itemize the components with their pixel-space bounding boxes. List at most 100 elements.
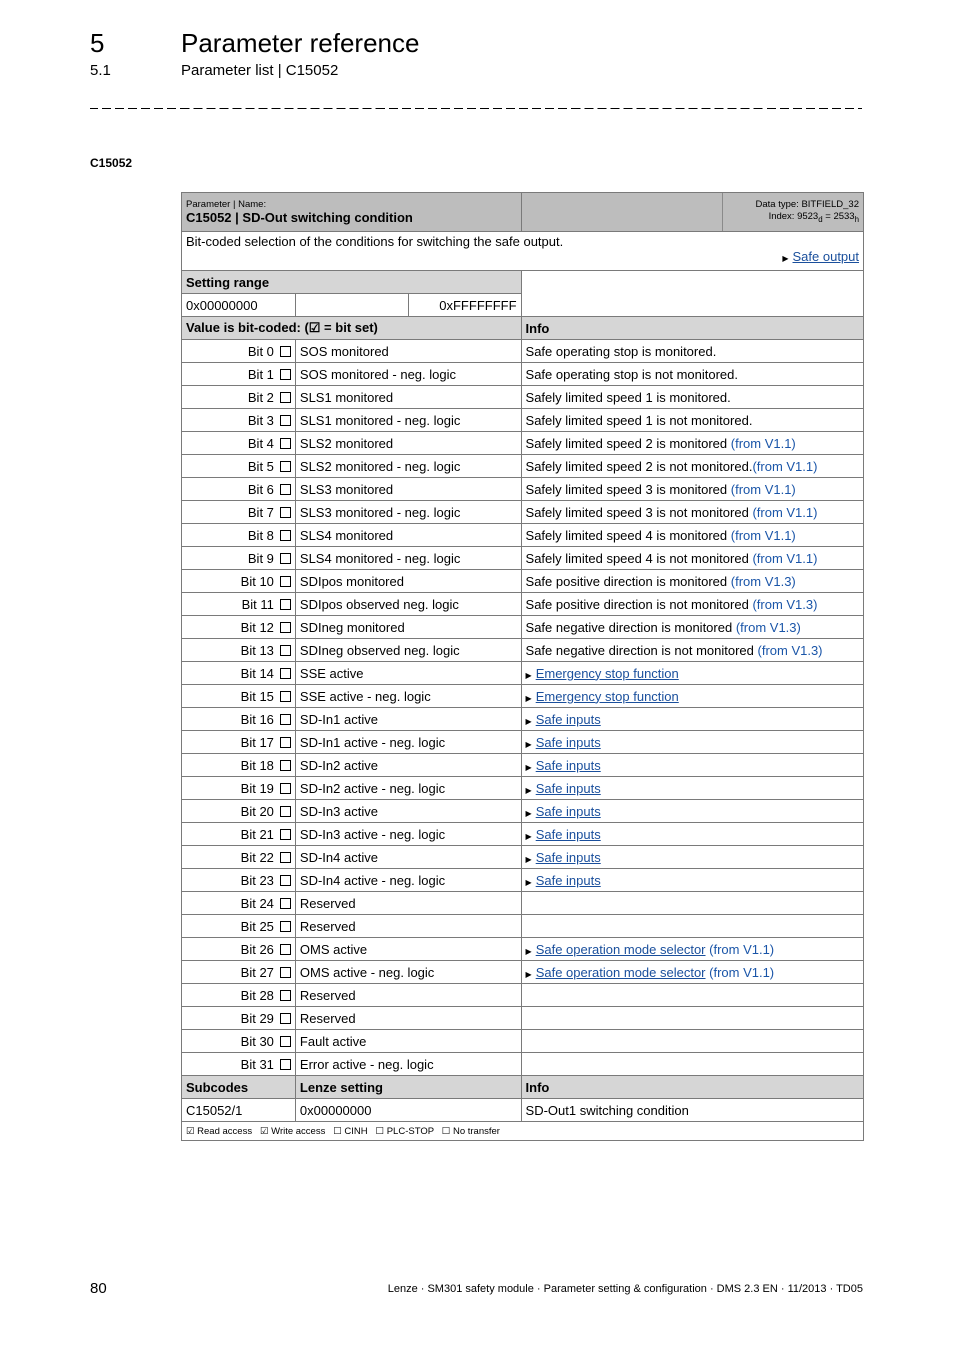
- info-link[interactable]: Safe operation mode selector: [536, 965, 706, 980]
- bitcoded-header: Value is bit-coded: (☑ = bit set) Info: [181, 316, 865, 340]
- checkbox-icon[interactable]: [279, 713, 291, 725]
- bit-row: Bit 24 Reserved: [181, 891, 865, 915]
- checkbox-icon[interactable]: [279, 506, 291, 518]
- bit-label-cell: Bit 3: [181, 408, 296, 432]
- info-link[interactable]: Emergency stop function: [536, 689, 679, 704]
- checkbox-icon[interactable]: [279, 1035, 291, 1047]
- checkbox-icon[interactable]: [279, 874, 291, 886]
- checkbox-icon[interactable]: [279, 690, 291, 702]
- triangle-right-icon: ▶: [525, 831, 532, 841]
- subcodes-header: Subcodes Lenze setting Info: [181, 1075, 865, 1099]
- bit-name: SLS4 monitored: [294, 523, 522, 547]
- bit-row: Bit 11 SDIpos observed neg. logic Safe pos…: [181, 592, 865, 616]
- triangle-right-icon: ▶: [525, 969, 532, 979]
- bit-label: Bit 4: [247, 435, 274, 451]
- info-link[interactable]: Safe inputs: [536, 758, 601, 773]
- bit-label-cell: Bit 31: [181, 1052, 296, 1076]
- bit-label-cell: Bit 6: [181, 477, 296, 501]
- bit-row: Bit 23 SD-In4 active - neg. logic ▶ Safe in…: [181, 868, 865, 892]
- bit-label-cell: Bit 11: [181, 592, 296, 616]
- subcodes-label: Subcodes: [181, 1075, 296, 1099]
- triangle-right-icon: ▶: [525, 877, 532, 887]
- checkbox-icon[interactable]: [279, 759, 291, 771]
- bit-row: Bit 12 SDIneg monitored Safe negative dire…: [181, 615, 865, 639]
- bit-name: SD-In4 active: [294, 845, 522, 869]
- checkbox-icon[interactable]: [279, 460, 291, 472]
- dashed-divider: [90, 108, 862, 109]
- checkbox-icon[interactable]: [279, 598, 291, 610]
- bit-label-cell: Bit 28: [181, 983, 296, 1007]
- info-link[interactable]: Safe inputs: [536, 850, 601, 865]
- checkbox-icon[interactable]: [279, 667, 291, 679]
- bit-label-cell: Bit 26: [181, 937, 296, 961]
- checkbox-icon[interactable]: [279, 920, 291, 932]
- checkbox-icon[interactable]: [279, 943, 291, 955]
- bit-label-cell: Bit 18: [181, 753, 296, 777]
- checkbox-icon[interactable]: [279, 989, 291, 1001]
- info-link[interactable]: Safe inputs: [536, 873, 601, 888]
- checkbox-icon[interactable]: [279, 897, 291, 909]
- checkbox-icon[interactable]: [279, 1012, 291, 1024]
- bit-info: Safely limited speed 4 is monitored (fro…: [520, 523, 865, 547]
- info-link[interactable]: Safe inputs: [536, 781, 601, 796]
- bit-info: ▶ Emergency stop function: [520, 684, 865, 708]
- bit-name: SLS3 monitored: [294, 477, 522, 501]
- triangle-right-icon: ▶: [525, 785, 532, 795]
- info-link[interactable]: Safe inputs: [536, 804, 601, 819]
- bit-info: [520, 891, 865, 915]
- bit-row: Bit 16 SD-In1 active ▶ Safe inputs: [181, 707, 865, 731]
- bit-label-cell: Bit 27: [181, 960, 296, 984]
- checkbox-icon[interactable]: [279, 828, 291, 840]
- bit-info: Safe operating stop is monitored.: [520, 339, 865, 363]
- bit-info: Safely limited speed 3 is not monitored …: [520, 500, 865, 524]
- checkbox-icon[interactable]: [279, 391, 291, 403]
- bit-name: OMS active: [294, 937, 522, 961]
- bit-row: Bit 13 SDIneg observed neg. logic Safe neg…: [181, 638, 865, 662]
- bit-row: Bit 27 OMS active - neg. logic ▶ Safe opera…: [181, 960, 865, 984]
- checkbox-icon[interactable]: [279, 483, 291, 495]
- bit-name: SLS1 monitored: [294, 385, 522, 409]
- info-text: Safe positive direction is not monitored: [525, 596, 753, 612]
- info-link[interactable]: Safe inputs: [536, 735, 601, 750]
- checkbox-icon[interactable]: [279, 966, 291, 978]
- bit-name: Reserved: [294, 891, 522, 915]
- bit-label-cell: Bit 20: [181, 799, 296, 823]
- bit-label: Bit 6: [247, 481, 274, 497]
- checkbox-icon[interactable]: [279, 1058, 291, 1070]
- setting-range-header: Setting range: [181, 270, 865, 317]
- checkbox-icon[interactable]: [279, 368, 291, 380]
- checkbox-icon[interactable]: [279, 529, 291, 541]
- bit-name: Error active - neg. logic: [294, 1052, 522, 1076]
- checkbox-icon[interactable]: [279, 644, 291, 656]
- info-link[interactable]: Emergency stop function: [536, 666, 679, 681]
- info-link[interactable]: Safe inputs: [536, 827, 601, 842]
- version-note: (from V1.3): [730, 573, 796, 589]
- checkbox-icon[interactable]: [279, 552, 291, 564]
- bit-label: Bit 27: [240, 964, 274, 980]
- bit-label-cell: Bit 1: [181, 362, 296, 386]
- safe-output-link[interactable]: Safe output: [793, 249, 860, 264]
- checkbox-icon[interactable]: [279, 414, 291, 426]
- bit-name: SSE active: [294, 661, 522, 685]
- checkbox-icon[interactable]: [279, 736, 291, 748]
- checkbox-icon[interactable]: [279, 437, 291, 449]
- checkbox-icon[interactable]: [279, 805, 291, 817]
- info-label: Info: [520, 316, 865, 340]
- info-link[interactable]: Safe operation mode selector: [536, 942, 706, 957]
- checkbox-icon[interactable]: [279, 575, 291, 587]
- version-note: (from V1.1): [752, 550, 818, 566]
- bit-label: Bit 21: [240, 826, 274, 842]
- bit-label: Bit 28: [240, 987, 274, 1003]
- info-link[interactable]: Safe inputs: [536, 712, 601, 727]
- bit-row: Bit 3 SLS1 monitored - neg. logic Safely l…: [181, 408, 865, 432]
- bit-label: Bit 5: [247, 458, 274, 474]
- checkbox-icon[interactable]: [279, 621, 291, 633]
- bit-row: Bit 14 SSE active ▶ Emergency stop function: [181, 661, 865, 685]
- checkbox-icon[interactable]: [279, 345, 291, 357]
- bit-label-cell: Bit 29: [181, 1006, 296, 1030]
- version-note: (from V1.1): [730, 527, 796, 543]
- checkbox-icon[interactable]: [279, 782, 291, 794]
- version-note: (from V1.1): [705, 941, 775, 957]
- checkbox-icon[interactable]: [279, 851, 291, 863]
- bit-label-cell: Bit 15: [181, 684, 296, 708]
